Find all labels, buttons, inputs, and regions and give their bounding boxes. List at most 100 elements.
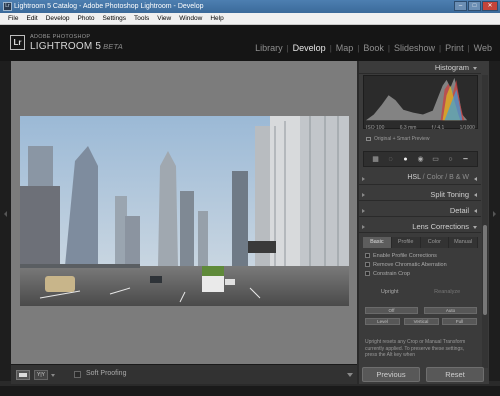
minimize-button[interactable]: – — [454, 1, 467, 11]
hsl-tabs: HSL / Color / B & W — [407, 174, 469, 181]
expand-right-icon[interactable] — [493, 211, 496, 217]
upright-buttons-row-1: Off Auto — [365, 307, 477, 314]
upright-buttons-row-2: Level Vertical Full — [365, 318, 477, 325]
menu-tools[interactable]: Tools — [130, 13, 153, 24]
split-toning-header[interactable]: Split Toning — [359, 188, 481, 201]
collapse-icon — [474, 193, 477, 197]
grid-icon[interactable]: ▦ — [371, 156, 380, 163]
expand-left-icon[interactable] — [4, 211, 7, 217]
menu-edit[interactable]: Edit — [22, 13, 41, 24]
original-label: Original + Smart Preview — [374, 136, 430, 142]
scrollbar-thumb[interactable] — [483, 225, 487, 315]
upright-off-button[interactable]: Off — [365, 307, 418, 314]
tool-strip: ▦ ◌ ● ◉ ▭ ○ ━ — [363, 151, 478, 167]
exif-iso: ISO 100 — [366, 125, 385, 131]
menu-develop[interactable]: Develop — [42, 13, 74, 24]
red-eye-icon[interactable]: ◉ — [416, 156, 425, 163]
enable-profile-label: Enable Profile Corrections — [373, 253, 437, 259]
bottom-buttons: Previous Reset — [362, 367, 484, 382]
image-canvas[interactable] — [11, 61, 357, 364]
preview-icon — [366, 137, 371, 141]
tab-profile[interactable]: Profile — [391, 237, 421, 248]
hsl-header[interactable]: HSL / Color / B & W — [359, 172, 481, 185]
menu-help[interactable]: Help — [206, 13, 227, 24]
tab-basic[interactable]: Basic — [363, 237, 392, 248]
histogram-title: Histogram — [434, 63, 469, 72]
previous-button[interactable]: Previous — [362, 367, 420, 382]
module-library[interactable]: Library — [251, 43, 287, 53]
module-print[interactable]: Print — [441, 43, 468, 53]
view-options-dropdown-icon[interactable] — [51, 374, 55, 377]
product-line-1: ADOBE PHOTOSHOP — [30, 34, 91, 40]
lens-tabs: Basic Profile Color Manual — [363, 237, 478, 248]
hsl-tab-separator: / — [445, 174, 448, 181]
enable-profile-checkbox[interactable] — [365, 253, 370, 258]
menu-view[interactable]: View — [153, 13, 175, 24]
menu-photo[interactable]: Photo — [74, 13, 99, 24]
detail-header[interactable]: Detail — [359, 204, 481, 217]
hsl-tab[interactable]: HSL — [407, 174, 420, 181]
module-map[interactable]: Map — [332, 43, 358, 53]
product-line-2: LIGHTROOM 5 BETA — [30, 41, 123, 52]
filmstrip-collapsed[interactable] — [0, 386, 500, 396]
graduated-filter-icon[interactable]: ▭ — [431, 156, 440, 163]
menu-window[interactable]: Window — [175, 13, 206, 24]
upright-full-button[interactable]: Full — [442, 318, 477, 325]
module-book[interactable]: Book — [359, 43, 388, 53]
constrain-crop-checkbox[interactable] — [365, 271, 370, 276]
original-smart-preview: Original + Smart Preview — [363, 136, 478, 142]
upright-vertical-button[interactable]: Vertical — [403, 318, 439, 325]
histogram-header[interactable]: Histogram — [359, 61, 481, 74]
enable-profile-row[interactable]: Enable Profile Corrections — [365, 253, 437, 259]
right-panel-scrollbar[interactable] — [482, 75, 488, 368]
soft-proofing-checkbox[interactable] — [74, 371, 81, 378]
tab-color[interactable]: Color — [420, 237, 450, 248]
lens-corrections-header[interactable]: Lens Corrections — [359, 220, 481, 233]
window-controls: – □ ✕ — [454, 1, 498, 11]
module-develop[interactable]: Develop — [289, 43, 330, 53]
exif-focal: 6.3 mm — [399, 125, 417, 131]
remove-ca-checkbox[interactable] — [365, 262, 370, 267]
photo-preview — [20, 116, 349, 306]
detail-title: Detail — [449, 206, 469, 215]
collapse-icon — [473, 226, 477, 229]
reset-button[interactable]: Reset — [426, 367, 484, 382]
spot-removal-icon[interactable]: ● — [401, 156, 410, 163]
toolbar-menu-icon[interactable] — [347, 373, 353, 377]
upright-row: Upright Reanalyze — [363, 289, 478, 295]
product-name: LIGHTROOM 5 — [30, 41, 102, 52]
exif-shutter: 1/1000 — [459, 125, 475, 131]
upright-label: Upright — [380, 289, 399, 295]
app-icon: Lr — [3, 2, 12, 11]
collapse-icon — [474, 209, 477, 213]
menu-file[interactable]: File — [4, 13, 22, 24]
loupe-view-button[interactable] — [16, 370, 30, 380]
maximize-button[interactable]: □ — [468, 1, 481, 11]
lens-corrections-title: Lens Corrections — [412, 222, 469, 231]
radial-filter-icon[interactable]: ○ — [446, 156, 455, 163]
module-slideshow[interactable]: Slideshow — [390, 43, 439, 53]
bw-tab[interactable]: B & W — [449, 174, 469, 181]
menu-bar: File Edit Develop Photo Settings Tools V… — [0, 13, 500, 25]
module-picker: Library | Develop | Map | Book | Slidesh… — [251, 43, 496, 53]
remove-ca-row[interactable]: Remove Chromatic Aberration — [365, 262, 447, 268]
reanalyze-button[interactable]: Reanalyze — [434, 289, 460, 295]
hsl-tab-separator: / — [422, 174, 425, 181]
collapse-icon — [474, 177, 477, 181]
lightroom-window: Lr Lightroom 5 Catalog - Adobe Photoshop… — [0, 0, 500, 396]
upright-auto-button[interactable]: Auto — [424, 307, 477, 314]
left-panel-collapsed[interactable] — [0, 61, 11, 381]
crop-icon[interactable]: ◌ — [386, 156, 395, 163]
module-web[interactable]: Web — [470, 43, 496, 53]
right-edge-strip[interactable] — [489, 61, 500, 381]
menu-settings[interactable]: Settings — [99, 13, 131, 24]
adjustment-brush-icon[interactable]: ━ — [461, 156, 470, 163]
tab-manual[interactable]: Manual — [449, 237, 478, 248]
lightroom-logo: Lr — [10, 35, 25, 50]
constrain-crop-row[interactable]: Constrain Crop — [365, 271, 410, 277]
upright-level-button[interactable]: Level — [365, 318, 400, 325]
before-after-button[interactable]: Y|Y — [34, 370, 48, 380]
color-tab[interactable]: Color — [427, 174, 444, 181]
close-button[interactable]: ✕ — [482, 1, 498, 11]
beta-label: BETA — [103, 42, 123, 51]
